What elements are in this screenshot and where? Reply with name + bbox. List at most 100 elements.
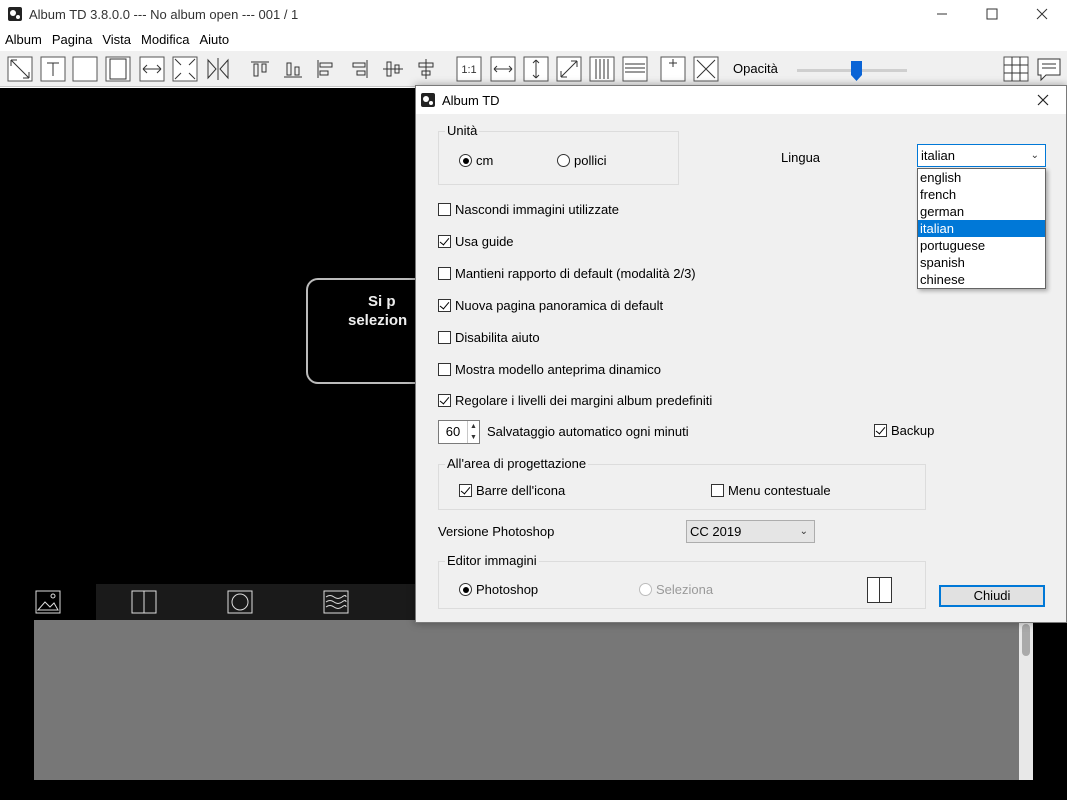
spin-down-icon[interactable]: ▼ — [468, 432, 479, 443]
menu-album[interactable]: Album — [0, 30, 47, 50]
editor-photoshop-radio[interactable]: Photoshop — [459, 582, 538, 597]
backup-checkbox[interactable]: Backup — [874, 423, 934, 438]
icon-bars-label: Barre dell'icona — [476, 483, 566, 498]
menu-pagina[interactable]: Pagina — [47, 30, 97, 50]
tab-shapes[interactable] — [192, 584, 288, 620]
context-menu-checkbox[interactable]: Menu contestuale — [711, 483, 831, 498]
thumbnail-scrollbar[interactable] — [1019, 620, 1033, 780]
margin-levels-checkbox[interactable]: Regolare i livelli dei margini album pre… — [438, 393, 712, 408]
center-h-button[interactable] — [413, 56, 439, 82]
select-frame-button[interactable] — [7, 56, 33, 82]
align-bottom-button[interactable] — [280, 56, 306, 82]
radio-indicator — [459, 583, 472, 596]
scrollbar-thumb[interactable] — [1022, 624, 1030, 656]
opacity-slider-thumb[interactable] — [851, 61, 862, 81]
maximize-button[interactable] — [967, 0, 1017, 28]
editor-frame-icon[interactable] — [867, 577, 892, 603]
menu-aiuto[interactable]: Aiuto — [194, 30, 234, 50]
minimize-button[interactable] — [917, 0, 967, 28]
align-top-icon — [251, 61, 269, 77]
photoshop-version-select[interactable]: CC 2019 ⌄ — [686, 520, 815, 543]
margin-levels-label: Regolare i livelli dei margini album pre… — [455, 393, 713, 408]
thumbnail-area[interactable] — [34, 620, 1019, 780]
stretch-h-icon — [139, 56, 165, 82]
language-option[interactable]: french — [918, 186, 1045, 203]
align-top-button[interactable] — [247, 56, 273, 82]
language-option[interactable]: german — [918, 203, 1045, 220]
units-cm-radio[interactable]: cm — [459, 153, 493, 168]
fit-frame-icon — [105, 56, 131, 82]
disable-help-checkbox[interactable]: Disabilita aiuto — [438, 330, 540, 345]
columns-button[interactable] — [589, 56, 615, 82]
add-frame-button[interactable] — [660, 56, 686, 82]
autosave-value[interactable]: 60 — [439, 421, 467, 443]
autosave-spinner[interactable]: 60 ▲ ▼ — [438, 420, 480, 444]
mirror-button[interactable] — [205, 56, 231, 82]
opacity-label: Opacità — [733, 61, 778, 76]
fit-diagonal-button[interactable] — [556, 56, 582, 82]
fit-frame-button[interactable] — [105, 56, 131, 82]
dialog-close-button[interactable] — [1020, 86, 1066, 114]
full-bleed-button[interactable] — [172, 56, 198, 82]
checkbox-indicator — [459, 484, 472, 497]
checkbox-indicator — [438, 299, 451, 312]
editor-select-label: Seleziona — [656, 582, 714, 597]
delete-frame-button[interactable] — [693, 56, 719, 82]
circle-icon — [227, 590, 253, 614]
grid-button[interactable] — [1003, 56, 1029, 82]
keep-default-ratio-checkbox[interactable]: Mantieni rapporto di default (modalità 2… — [438, 266, 696, 281]
align-left-button[interactable] — [313, 56, 339, 82]
tab-split-page[interactable] — [96, 584, 192, 620]
chevron-down-icon: ⌄ — [799, 526, 808, 537]
text-frame-button[interactable] — [40, 56, 66, 82]
dynamic-preview-label: Mostra modello anteprima dinamico — [455, 362, 661, 377]
stretch-h-button[interactable] — [139, 56, 165, 82]
notes-button[interactable] — [1036, 56, 1062, 82]
design-area-group-title: All'area di progettazione — [445, 456, 589, 471]
keep-default-ratio-label: Mantieni rapporto di default (modalità 2… — [455, 266, 696, 281]
fit-width-button[interactable] — [490, 56, 516, 82]
menu-modifica[interactable]: Modifica — [136, 30, 194, 50]
fit-height-button[interactable] — [523, 56, 549, 82]
tab-images[interactable] — [0, 584, 96, 620]
language-dropdown-list: english french german italian portuguese… — [917, 168, 1046, 289]
empty-frame-button[interactable] — [72, 56, 98, 82]
close-dialog-button[interactable]: Chiudi — [939, 585, 1045, 607]
language-option[interactable]: chinese — [918, 271, 1045, 288]
opacity-slider[interactable] — [797, 61, 907, 81]
use-guides-checkbox[interactable]: Usa guide — [438, 234, 514, 249]
actual-size-button[interactable]: 1:1 — [456, 56, 482, 82]
grid-icon — [1003, 56, 1029, 82]
mirror-icon — [207, 58, 229, 80]
panoramic-page-checkbox[interactable]: Nuova pagina panoramica di default — [438, 298, 663, 313]
app-logo-icon — [8, 7, 22, 21]
language-option[interactable]: spanish — [918, 254, 1045, 271]
menu-bar: Album Pagina Vista Modifica Aiuto — [0, 30, 234, 50]
rows-button[interactable] — [622, 56, 648, 82]
empty-frame-icon — [72, 56, 98, 82]
editor-select-radio[interactable]: Seleziona — [639, 582, 713, 597]
tab-backgrounds[interactable] — [288, 584, 384, 620]
language-select[interactable]: italian ⌄ — [917, 144, 1046, 167]
language-option-selected[interactable]: italian — [918, 220, 1045, 237]
toolbar: 1:1 Opacità — [0, 51, 1067, 87]
columns-icon — [589, 56, 615, 82]
units-inches-radio[interactable]: pollici — [557, 153, 607, 168]
hide-used-images-checkbox[interactable]: Nascondi immagini utilizzate — [438, 202, 619, 217]
split-page-icon — [131, 590, 157, 614]
language-option[interactable]: portuguese — [918, 237, 1045, 254]
language-option[interactable]: english — [918, 169, 1045, 186]
checkbox-indicator — [438, 203, 451, 216]
use-guides-label: Usa guide — [455, 234, 514, 249]
menu-vista[interactable]: Vista — [97, 30, 136, 50]
panoramic-page-label: Nuova pagina panoramica di default — [455, 298, 664, 313]
center-v-button[interactable] — [380, 56, 406, 82]
radio-indicator — [557, 154, 570, 167]
chevron-down-icon: ⌄ — [1030, 150, 1039, 161]
context-menu-label: Menu contestuale — [728, 483, 831, 498]
icon-bars-checkbox[interactable]: Barre dell'icona — [459, 483, 565, 498]
align-right-button[interactable] — [346, 56, 372, 82]
spin-up-icon[interactable]: ▲ — [468, 421, 479, 432]
dynamic-preview-checkbox[interactable]: Mostra modello anteprima dinamico — [438, 362, 661, 377]
close-button[interactable] — [1017, 0, 1067, 28]
